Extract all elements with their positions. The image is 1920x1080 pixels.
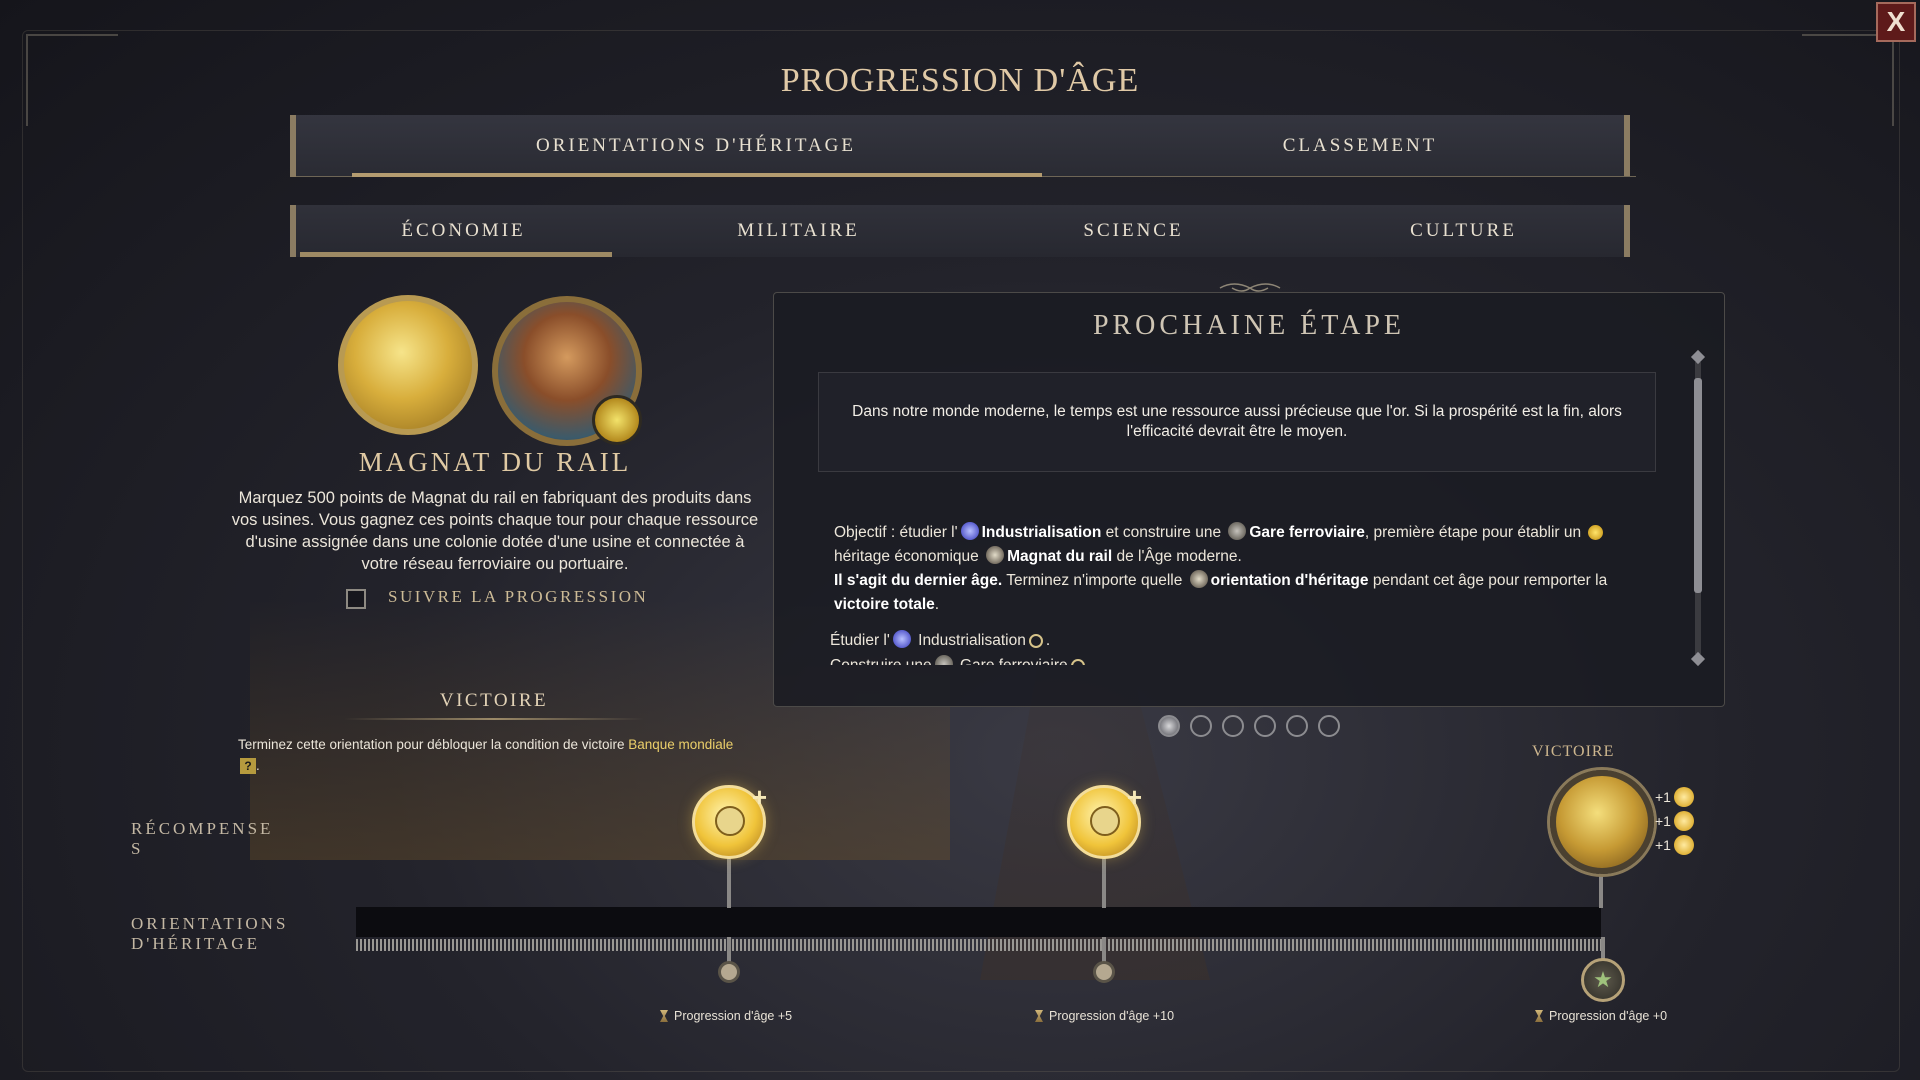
victory-divider — [344, 718, 644, 720]
bonus-item: +1 — [1655, 811, 1694, 831]
reward-stem — [727, 856, 731, 908]
track-progress-label[interactable]: SUIVRE LA PROGRESSION — [388, 587, 648, 607]
attribute-point-icon — [1673, 787, 1694, 807]
victory-description: Terminez cette orientation pour débloque… — [238, 737, 734, 774]
track-progress-checkbox[interactable] — [346, 589, 366, 609]
active-category-underline — [300, 252, 612, 257]
rewards-row-label: RÉCOMPENSE S — [131, 819, 274, 858]
flavor-quote: Dans notre monde moderne, le temps est u… — [818, 372, 1656, 472]
bonus-item: +1 — [1655, 787, 1694, 807]
close-button[interactable]: X — [1876, 2, 1916, 42]
bonus-item: +1 — [1655, 835, 1694, 855]
milestone-label: Progression d'âge +5 — [660, 1009, 792, 1023]
victory-reward-label: VICTOIRE — [1532, 743, 1615, 760]
milestone-label: Progression d'âge +10 — [1035, 1009, 1174, 1023]
attribute-point-icon — [1673, 811, 1694, 831]
page-dot[interactable] — [1254, 715, 1276, 737]
next-step-title: PROCHAINE ÉTAPE — [1092, 310, 1406, 341]
milestone-node[interactable] — [1093, 961, 1115, 983]
scrollbar-thumb[interactable] — [1694, 378, 1702, 593]
victory-heading: VICTOIRE — [439, 690, 549, 711]
page-dot[interactable] — [1222, 715, 1244, 737]
top-tab-bar: ORIENTATIONS D'HÉRITAGE CLASSEMENT — [290, 115, 1636, 177]
step-research: Étudier l' Industrialisation. — [830, 630, 1051, 649]
legacy-description: Marquez 500 points de Magnat du rail en … — [231, 489, 759, 573]
tab-science[interactable]: SCIENCE — [966, 205, 1301, 257]
milestone-node[interactable] — [718, 961, 740, 983]
tab-military[interactable]: MILITAIRE — [631, 205, 966, 257]
tab-economy[interactable]: ÉCONOMIE — [296, 205, 631, 257]
reward-attribute-icon[interactable]: + — [1067, 782, 1142, 859]
reward-attribute-icon[interactable]: + — [692, 782, 767, 859]
gold-icon — [1588, 525, 1604, 540]
page-dot[interactable] — [1318, 715, 1340, 737]
attribute-point-icon — [1673, 835, 1694, 855]
science-tech-icon — [892, 630, 911, 648]
star-milestone-icon[interactable]: ★ — [1581, 958, 1625, 1002]
victory-gold-medal-icon[interactable] — [1550, 770, 1654, 874]
progress-ticks — [356, 939, 1601, 951]
world-bank-link[interactable]: Banque mondiale — [628, 737, 733, 752]
objective-text: Objectif : étudier l' Industrialisation e… — [834, 522, 1608, 613]
hourglass-icon — [660, 1010, 668, 1022]
tab-culture[interactable]: CULTURE — [1296, 205, 1631, 257]
help-icon[interactable]: ? — [240, 758, 256, 774]
page-dot[interactable] — [1286, 715, 1308, 737]
page-dot[interactable] — [1158, 715, 1180, 737]
incomplete-circle-icon — [1070, 659, 1085, 665]
reward-stem — [1102, 856, 1106, 908]
category-tab-bar: ÉCONOMIE MILITAIRE SCIENCE CULTURE — [290, 205, 1630, 257]
legacy-row-label: ORIENTATIONS D'HÉRITAGE — [131, 914, 289, 953]
legacy-name: MAGNAT DU RAIL — [358, 447, 632, 477]
page-dot[interactable] — [1190, 715, 1212, 737]
railway-station-icon — [1228, 522, 1247, 540]
hourglass-icon — [1035, 1010, 1043, 1022]
science-tech-icon — [960, 522, 979, 540]
legacy-icon — [1189, 570, 1208, 588]
active-tab-underline — [352, 173, 1042, 177]
tab-ranking[interactable]: CLASSEMENT — [1096, 115, 1624, 177]
step-build: Construire une Gare ferroviaire — [830, 655, 1088, 665]
milestone-label: Progression d'âge +0 — [1535, 1009, 1667, 1023]
page-title: PROGRESSION D'ÂGE — [780, 62, 1140, 99]
economy-laurel-medal-icon — [338, 295, 478, 435]
hourglass-icon — [1535, 1010, 1543, 1022]
tab-legacy-paths[interactable]: ORIENTATIONS D'HÉRITAGE — [296, 115, 1096, 177]
gold-coin-badge-icon — [592, 395, 642, 445]
incomplete-circle-icon — [1028, 634, 1043, 648]
progress-track — [356, 907, 1601, 937]
legacy-icon — [986, 546, 1005, 564]
railway-station-icon — [934, 655, 953, 665]
